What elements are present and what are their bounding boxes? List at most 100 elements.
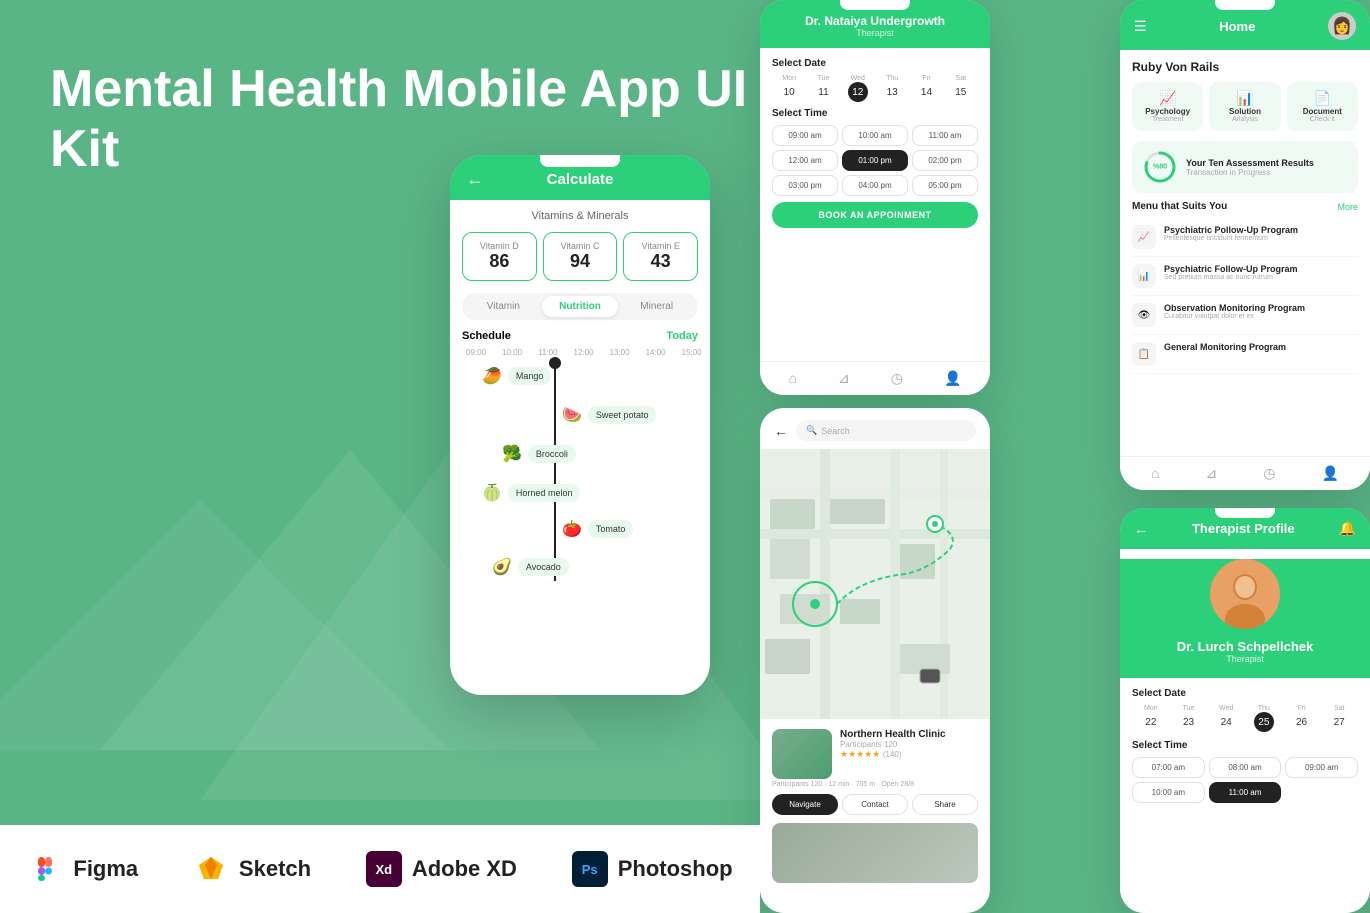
time-slot-09am[interactable]: 09:00 am (772, 125, 838, 146)
cal-day-wed[interactable]: Wed 12 (841, 75, 875, 102)
notification-icon[interactable]: 🔔 (1339, 520, 1356, 537)
therapist-avatar (1210, 559, 1280, 629)
profile-time-8am[interactable]: 08:00 am (1209, 757, 1282, 778)
hamburger-icon[interactable]: ☰ (1134, 18, 1147, 35)
mango-label: Mango (508, 367, 552, 385)
phone5-header: ← Therapist Profile 🔔 (1120, 508, 1370, 549)
map-back-icon[interactable]: ← (774, 423, 788, 439)
profile-cal-26[interactable]: Fri 26 (1283, 705, 1321, 732)
search-bar[interactable]: 🔍 Search (796, 420, 976, 441)
qa-solution[interactable]: 📊 Solution Analysis (1209, 82, 1280, 131)
program-psychiatric-2: 📊 Psychiatric Follow-Up Program Sed pret… (1132, 257, 1358, 296)
tool-sketch: Sketch (193, 851, 311, 887)
program-info-2: Psychiatric Follow-Up Program Sed pretiu… (1164, 264, 1298, 281)
sketch-label: Sketch (239, 856, 311, 882)
schedule-header: Schedule Today (462, 330, 698, 342)
profile-back-icon[interactable]: ← (1134, 521, 1148, 537)
navigate-button[interactable]: Navigate (772, 794, 838, 815)
tab-vitamin[interactable]: Vitamin (465, 296, 542, 317)
profile-time-9am[interactable]: 09:00 am (1285, 757, 1358, 778)
cal-day-fri[interactable]: Fri 14 (909, 75, 943, 102)
vitamin-c-card: Vitamin C 94 (543, 232, 618, 281)
cal-day-tue[interactable]: Tue 11 (806, 75, 840, 102)
calc-content: Vitamins & Minerals Vitamin D 86 Vitamin… (450, 200, 710, 591)
location-actions: Navigate Contact Share (772, 794, 978, 815)
tool-photoshop: Ps Photoshop (572, 851, 733, 887)
cal-day-sat[interactable]: Sat 15 (944, 75, 978, 102)
program-info-4: General Monitoring Program (1164, 342, 1286, 352)
time-slot-5pm[interactable]: 05:00 pm (912, 175, 978, 196)
program-icon-3: 👁 (1132, 303, 1156, 327)
profile-content: Select Date Mon 22 Tue 23 Wed 24 Thu 25 (1120, 678, 1370, 813)
nav4-home-icon[interactable]: ⌂ (1151, 465, 1159, 482)
nav-clock-icon[interactable]: ◷ (891, 370, 903, 387)
profile-cal-27[interactable]: Sat 27 (1320, 705, 1358, 732)
back-arrow-icon[interactable]: ← (466, 169, 484, 190)
participants: Participants 120 (840, 740, 978, 749)
ps-icon: Ps (572, 851, 608, 887)
clinic-image (772, 729, 832, 779)
cal-day-mon[interactable]: Mon 10 (772, 75, 806, 102)
profile-cal-23[interactable]: Tue 23 (1170, 705, 1208, 732)
therapist-profile-section: Dr. Lurch Schpellchek Therapist (1120, 559, 1370, 678)
phone-therapist-profile: ← Therapist Profile 🔔 Dr. Lurch Schpellc… (1120, 508, 1370, 913)
menu-title: Menu that Suits You (1132, 201, 1227, 212)
program-icon-2: 📊 (1132, 264, 1156, 288)
profile-cal-25[interactable]: Thu 25 (1245, 705, 1283, 732)
nav4-clock-icon[interactable]: ◷ (1263, 465, 1275, 482)
phone1-header: ← Calculate (450, 155, 710, 200)
qa-document[interactable]: 📄 Document Check it (1287, 82, 1358, 131)
time-slot-12am[interactable]: 12:00 am (772, 150, 838, 171)
tool-xd: Xd Adobe XD (366, 851, 517, 887)
profile-time-10am[interactable]: 10:00 am (1132, 782, 1205, 803)
broccoli-emoji: 🥦 (502, 444, 522, 464)
vitamin-d-label: Vitamin D (469, 241, 530, 251)
program-name-4: General Monitoring Program (1164, 342, 1286, 352)
time-slot-10am[interactable]: 10:00 am (842, 125, 908, 146)
vitamin-d-card: Vitamin D 86 (462, 232, 537, 281)
time-slot-3pm[interactable]: 03:00 pm (772, 175, 838, 196)
contact-button[interactable]: Contact (842, 794, 908, 815)
rating-count: (140) (883, 750, 902, 759)
tomato-label: Tomato (588, 520, 634, 538)
more-link[interactable]: More (1337, 202, 1358, 212)
time-slot-4pm[interactable]: 04:00 pm (842, 175, 908, 196)
solution-label: Solution (1213, 107, 1276, 116)
tomato-emoji: 🍅 (562, 519, 582, 539)
profile-time-11am[interactable]: 11:00 am (1209, 782, 1282, 803)
vitamin-e-label: Vitamin E (630, 241, 691, 251)
book-appointment-button[interactable]: BOOK AN APPOINMENT (772, 202, 978, 228)
rating-stars: ★★★★★ (140) (840, 749, 978, 760)
share-button[interactable]: Share (912, 794, 978, 815)
vitamins-grid: Vitamin D 86 Vitamin C 94 Vitamin E 43 (462, 232, 698, 281)
nav4-user-icon[interactable]: 👤 (1322, 465, 1339, 482)
cal-day-thu[interactable]: Thu 13 (875, 75, 909, 102)
nav4-filter-icon[interactable]: ⊿ (1206, 465, 1218, 482)
vitamin-c-label: Vitamin C (550, 241, 611, 251)
right-panels: Dr. Nataiya Undergrowth Therapist Select… (760, 0, 1370, 913)
therapist-profile-name: Dr. Lurch Schpellchek (1134, 639, 1356, 654)
profile-time-7am[interactable]: 07:00 am (1132, 757, 1205, 778)
tab-nutrition[interactable]: Nutrition (542, 296, 619, 317)
tab-mineral[interactable]: Mineral (618, 296, 695, 317)
time-slot-11am[interactable]: 11:00 am (912, 125, 978, 146)
time-slot-1pm[interactable]: 01:00 pm (842, 150, 908, 171)
nav-home-icon[interactable]: ⌂ (789, 370, 797, 387)
profile-cal-22[interactable]: Mon 22 (1132, 705, 1170, 732)
food-broccoli: 🥦 Broccoli (502, 444, 576, 464)
bottom-bar: Figma Sketch Xd Adobe XD Ps Photoshop (0, 825, 760, 913)
food-sweet-potato: 🍉 Sweet potato (562, 405, 656, 425)
program-name-3: Observation Monitoring Program (1164, 303, 1305, 313)
profile-cal-24[interactable]: Wed 24 (1207, 705, 1245, 732)
tab-row: Vitamin Nutrition Mineral (462, 293, 698, 320)
solution-sublabel: Analysis (1213, 116, 1276, 123)
document-label: Document (1291, 107, 1354, 116)
phone-appointment: Dr. Nataiya Undergrowth Therapist Select… (760, 0, 990, 395)
time-slot-2pm[interactable]: 02:00 pm (912, 150, 978, 171)
psychology-sublabel: Treatment (1136, 116, 1199, 123)
qa-psychology[interactable]: 📈 Psychology Treatment (1132, 82, 1203, 131)
nav-user-icon[interactable]: 👤 (944, 370, 961, 387)
time-labels: 09:00 10:00 11:00 12:00 13:00 14:00 15:0… (462, 348, 698, 357)
nav-filter-icon[interactable]: ⊿ (838, 370, 850, 387)
horned-melon-emoji: 🍈 (482, 483, 502, 503)
